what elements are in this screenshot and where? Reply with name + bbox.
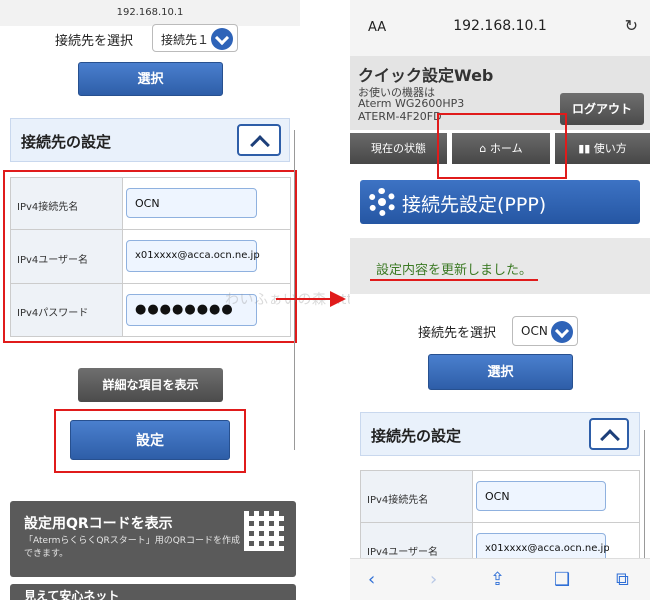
- nav-label: 使い方: [593, 142, 627, 155]
- settings-table: IPv4接続先名 OCN IPv4ユーザー名 x01xxxx@acca.ocn.…: [360, 470, 640, 571]
- success-message: 設定内容を更新しました。: [376, 263, 533, 278]
- input-value: x01xxxx@acca.ocn.ne.jp: [485, 543, 609, 554]
- arrow-right-icon: [330, 291, 346, 307]
- reload-icon[interactable]: ↻: [625, 16, 638, 35]
- page-title: 接続先設定(PPP): [402, 194, 547, 216]
- section-title: 接続先の設定: [21, 133, 112, 151]
- nav-help-button[interactable]: ▮▮ 使い方: [555, 133, 650, 164]
- browser-toolbar: ‹ › ⇪ ❑ ⧉: [350, 558, 650, 600]
- device-model: Aterm WG2600HP3: [358, 97, 465, 110]
- connection-select[interactable]: 接続先１: [152, 24, 238, 52]
- field-label: IPv4接続先名: [367, 495, 429, 506]
- collapse-button[interactable]: [237, 124, 281, 156]
- show-details-button[interactable]: 詳細な項目を表示: [78, 368, 223, 402]
- book-icon: ▮▮: [578, 142, 594, 155]
- section-title: 接続先の設定: [371, 427, 462, 445]
- qr-description: 「AtermらくらくQRスタート」用のQRコードを作成できます。: [24, 536, 241, 559]
- message-box: 設定内容を更新しました。: [350, 238, 650, 294]
- back-icon[interactable]: ‹: [368, 569, 375, 590]
- select-value: 接続先１: [161, 33, 210, 47]
- address-bar[interactable]: 192.168.10.1: [350, 18, 650, 34]
- chevron-down-icon: [551, 321, 573, 343]
- connection-select[interactable]: OCN: [512, 316, 578, 346]
- app-title: クイック設定Web: [358, 66, 494, 85]
- select-label: 接続先を選択: [55, 34, 134, 49]
- select-label: 接続先を選択: [418, 326, 497, 341]
- logout-button[interactable]: ログアウト: [560, 93, 644, 125]
- highlight-box-fields: [3, 170, 297, 343]
- field-label-cell: IPv4接続先名: [361, 471, 473, 522]
- collapse-button[interactable]: [589, 418, 629, 450]
- device-id: ATERM-4F20FD: [358, 110, 442, 123]
- section-header: 接続先の設定: [10, 118, 290, 162]
- page-title-bar: 接続先設定(PPP): [360, 180, 640, 224]
- select-value: OCN: [521, 324, 548, 338]
- qr-code-button[interactable]: 設定用QRコードを表示 「AtermらくらくQRスタート」用のQRコードを作成で…: [10, 501, 296, 577]
- bookmarks-icon[interactable]: ❑: [554, 569, 570, 590]
- tabs-icon[interactable]: ⧉: [616, 569, 629, 590]
- highlight-box-home: [437, 113, 567, 179]
- input-value: OCN: [485, 490, 510, 503]
- bottom-menu-button[interactable]: 見えて安心ネット: [10, 584, 296, 600]
- table-row: IPv4接続先名 OCN: [361, 471, 639, 523]
- bottom-menu-label: 見えて安心ネット: [24, 589, 120, 600]
- share-icon[interactable]: ⇪: [490, 569, 505, 590]
- qr-title: 設定用QRコードを表示: [24, 516, 173, 532]
- browser-bar: AA 192.168.10.1 ↻: [350, 0, 650, 56]
- nav-status-button[interactable]: 現在の状態: [350, 133, 447, 164]
- select-button[interactable]: 選択: [428, 354, 573, 390]
- connection-name-input[interactable]: OCN: [476, 481, 606, 511]
- arrow-line: [276, 298, 334, 300]
- field-label: IPv4ユーザー名: [367, 547, 439, 558]
- message-underline: [370, 279, 538, 281]
- forward-icon[interactable]: ›: [430, 569, 437, 590]
- select-button[interactable]: 選択: [78, 62, 223, 96]
- right-phone-screen: AA 192.168.10.1 ↻ クイック設定Web お使いの機器は Ater…: [350, 0, 650, 600]
- section-header: 接続先の設定: [360, 412, 640, 456]
- address-bar[interactable]: 192.168.10.1: [0, 0, 300, 26]
- nav-label: 現在の状態: [371, 142, 426, 155]
- chevron-down-icon: [211, 28, 233, 50]
- gear-icon: [368, 188, 396, 216]
- highlight-box-set-button: [54, 409, 246, 473]
- comparison-screenshot: 192.168.10.1 接続先を選択 接続先１ 選択 接続先の設定 IPv4接…: [0, 0, 650, 600]
- qr-code-icon: [244, 511, 284, 551]
